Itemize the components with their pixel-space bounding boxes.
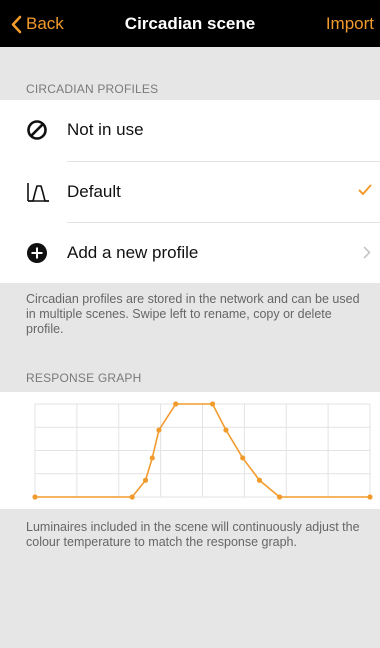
graph-point[interactable] [240,455,246,461]
response-graph-panel [0,392,380,509]
navigation-bar: Back Circadian scene Import [0,0,380,47]
profiles-list: Not in use Default Add a new profile [0,100,380,283]
profile-row-default[interactable]: Default [0,162,380,222]
page-title: Circadian scene [124,14,256,33]
profile-label: Not in use [67,120,144,139]
add-profile-row[interactable]: Add a new profile [0,223,380,283]
graph-point[interactable] [156,427,162,433]
checkmark-icon [358,184,372,195]
graph-point[interactable] [129,494,135,500]
graph-point[interactable] [276,494,283,500]
graph-point[interactable] [149,455,155,461]
graph-point[interactable] [256,477,263,483]
profiles-footnote: Circadian profiles are stored in the net… [26,292,360,336]
graph-point[interactable] [223,427,229,433]
graph-footnote: Luminaires included in the scene will co… [26,520,360,549]
profiles-section-header: CIRCADIAN PROFILES [26,82,159,96]
chevron-right-icon [363,246,371,259]
profile-row-not-in-use[interactable]: Not in use [0,100,380,160]
graph-point[interactable] [173,401,179,407]
response-graph [32,401,373,500]
not-in-use-icon [27,120,47,140]
import-button[interactable]: Import [326,14,374,34]
add-profile-label: Add a new profile [67,243,199,262]
profile-label: Default [67,182,121,201]
graph-point[interactable] [32,494,38,500]
graph-point[interactable] [209,401,216,407]
graph-section-header: RESPONSE GRAPH [26,371,142,385]
plus-circle-icon [27,243,47,263]
graph-point[interactable] [367,494,373,500]
graph-point[interactable] [142,477,149,483]
curve-icon [27,183,49,202]
